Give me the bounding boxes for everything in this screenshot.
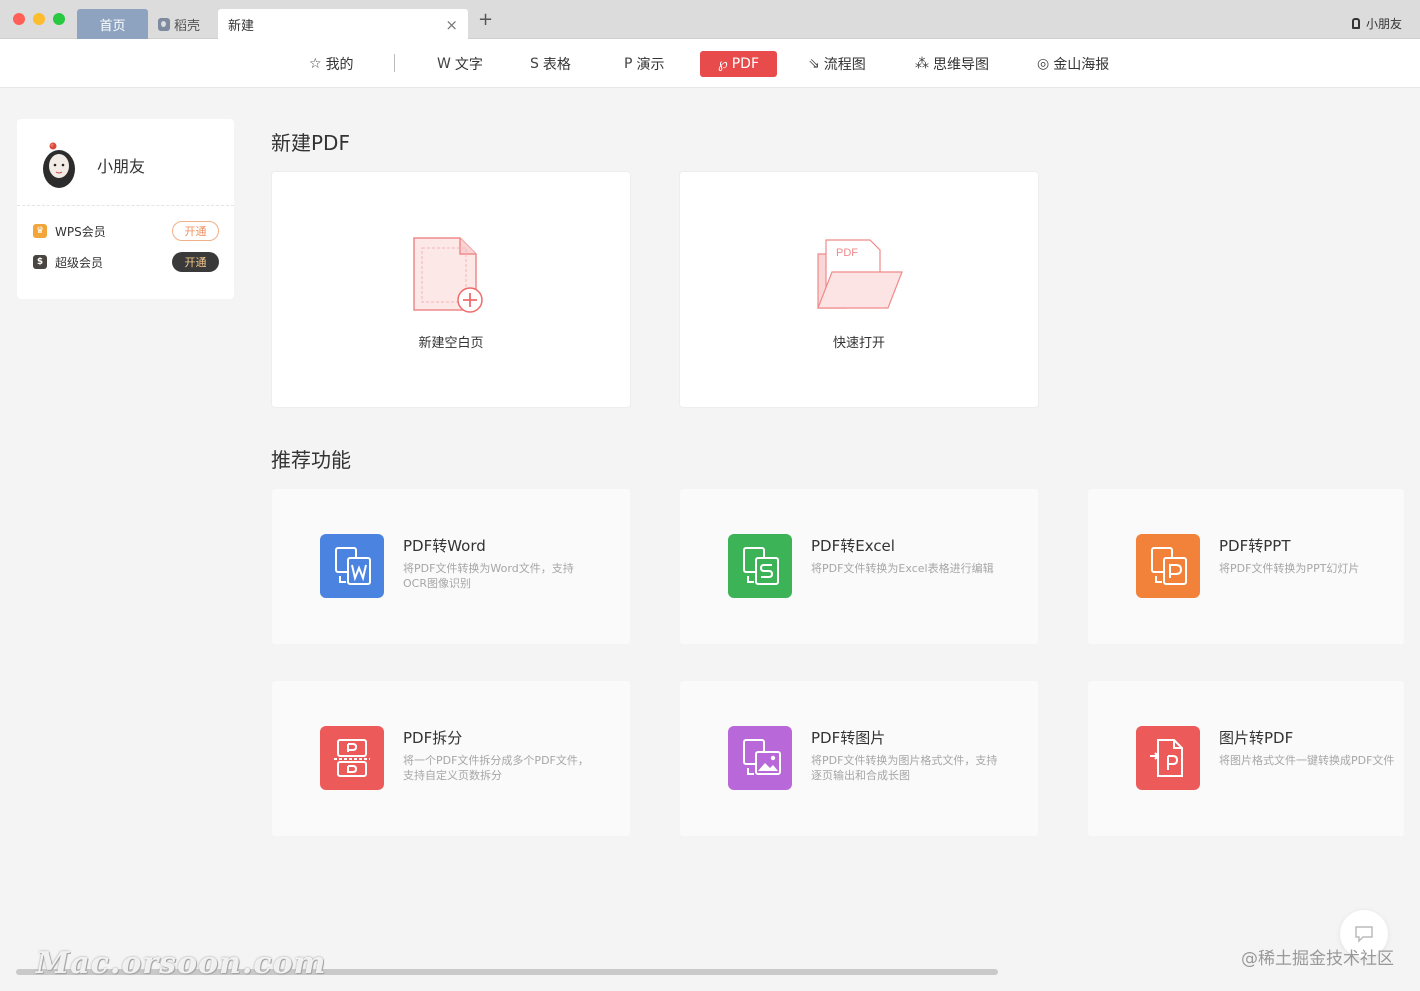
feature-pdf-to-excel[interactable]: PDF转Excel 将PDF文件转换为Excel表格进行编辑 <box>680 489 1038 644</box>
super-member-label: 超级会员 <box>55 255 104 270</box>
mindmap-icon: ⁂ <box>915 56 929 72</box>
account-name: 小朋友 <box>1365 17 1402 31</box>
feature-title: PDF转PPT <box>1219 537 1291 555</box>
add-tab-button[interactable]: + <box>478 11 493 29</box>
new-pdf-title: 新建PDF <box>271 131 350 155</box>
new-blank-page-label: 新建空白页 <box>418 336 484 351</box>
tab-home[interactable]: 首页 <box>77 9 148 39</box>
pdf-to-excel-icon <box>728 534 792 598</box>
tab-new[interactable]: 新建 × <box>218 9 468 39</box>
p-icon: P <box>624 56 633 72</box>
tab-new-label: 新建 <box>228 18 255 34</box>
quick-open-card[interactable]: PDF 快速打开 <box>680 172 1038 407</box>
tab-writer-label: 文字 <box>454 57 483 73</box>
tab-poster[interactable]: ◎ 金山海报 <box>1037 51 1109 77</box>
feature-desc: 将PDF文件转换为图片格式文件，支持逐页输出和合成长图 <box>811 754 998 782</box>
tab-presentation[interactable]: P 演示 <box>624 51 664 77</box>
tab-mindmap-label: 思维导图 <box>933 57 989 73</box>
feature-pdf-to-image[interactable]: PDF转图片 将PDF文件转换为图片格式文件，支持逐页输出和合成长图 <box>680 681 1038 836</box>
chat-icon <box>1355 926 1373 943</box>
feature-image-to-pdf[interactable]: 图片转PDF 将图片格式文件一键转换成PDF文件 <box>1088 681 1404 836</box>
account-button[interactable]: 小朋友 <box>1351 15 1402 32</box>
tab-pdf[interactable]: ℘ PDF <box>700 51 777 77</box>
feature-desc: 将PDF文件转换为Word文件，支持OCR图像识别 <box>403 562 574 590</box>
wps-member-row: ♛ WPS会员 开通 <box>33 220 219 242</box>
user-card: 小朋友 ♛ WPS会员 开通 $ 超级会员 开通 <box>17 119 234 299</box>
card-divider <box>17 205 234 206</box>
pdf-icon: ℘ <box>717 56 728 72</box>
feature-desc: 将图片格式文件一键转换成PDF文件 <box>1219 754 1395 767</box>
feature-desc: 将PDF文件转换为PPT幻灯片 <box>1219 562 1360 575</box>
feature-title: 图片转PDF <box>1219 729 1294 747</box>
zoom-window-button[interactable] <box>53 13 65 25</box>
pdf-to-ppt-icon <box>1136 534 1200 598</box>
open-folder-icon: PDF <box>817 239 903 309</box>
tab-writer[interactable]: W 文字 <box>437 51 483 77</box>
quick-open-label: 快速打开 <box>832 336 885 351</box>
super-member-open-button[interactable]: 开通 <box>172 252 219 272</box>
tab-daoke-label: 稻壳 <box>174 18 201 34</box>
user-name: 小朋友 <box>97 157 146 176</box>
wps-member-icon: ♛ <box>33 224 47 238</box>
tab-mine-label: 我的 <box>325 57 354 73</box>
tab-mindmap[interactable]: ⁂ 思维导图 <box>915 51 989 77</box>
star-icon: ☆ <box>309 56 322 72</box>
feature-pdf-to-word[interactable]: PDF转Word 将PDF文件转换为Word文件，支持OCR图像识别 <box>272 489 630 644</box>
recommend-title: 推荐功能 <box>271 448 351 472</box>
title-bar: 首页 稻壳 新建 × + 小朋友 <box>0 0 1420 39</box>
wps-member-open-button[interactable]: 开通 <box>172 221 219 241</box>
new-blank-page-card[interactable]: 新建空白页 <box>272 172 630 407</box>
feature-title: PDF转Excel <box>811 537 895 555</box>
watermark-right: @稀土掘金技术社区 <box>1241 949 1394 969</box>
super-member-icon: $ <box>33 255 47 269</box>
watermark-left: Mac.orsoon.com <box>36 946 327 981</box>
app-toolbar: ☆ 我的 W 文字 S 表格 P 演示 ℘ PDF ⇘ 流程图 ⁂ 思维导图 ◎… <box>0 39 1420 88</box>
flowchart-icon: ⇘ <box>808 56 820 72</box>
tab-presentation-label: 演示 <box>636 57 665 73</box>
tab-flowchart-label: 流程图 <box>823 57 866 73</box>
pdf-to-image-icon <box>728 726 792 790</box>
feature-title: PDF拆分 <box>403 729 463 747</box>
feature-title: PDF转图片 <box>811 729 886 747</box>
minimize-window-button[interactable] <box>33 13 45 25</box>
pdf-to-word-icon <box>320 534 384 598</box>
tab-spreadsheet-label: 表格 <box>542 57 571 73</box>
close-window-button[interactable] <box>13 13 25 25</box>
pdf-split-icon <box>320 726 384 790</box>
daoke-icon <box>158 17 170 31</box>
feature-pdf-split[interactable]: PDF拆分 将一个PDF文件拆分成多个PDF文件，支持自定义页数拆分 <box>272 681 630 836</box>
tab-mine[interactable]: ☆ 我的 <box>309 51 354 77</box>
tab-spreadsheet[interactable]: S 表格 <box>530 51 571 77</box>
poster-icon: ◎ <box>1037 56 1050 72</box>
toolbar-divider <box>394 54 395 72</box>
w-icon: W <box>437 56 451 72</box>
super-member-row: $ 超级会员 开通 <box>33 251 219 273</box>
new-blank-page-icon <box>413 237 483 313</box>
feature-desc: 将一个PDF文件拆分成多个PDF文件，支持自定义页数拆分 <box>403 754 589 782</box>
s-icon: S <box>530 56 539 72</box>
tab-flowchart[interactable]: ⇘ 流程图 <box>808 51 866 77</box>
tab-poster-label: 金山海报 <box>1053 57 1110 73</box>
tab-pdf-label: PDF <box>731 56 760 72</box>
tab-daoke[interactable]: 稻壳 <box>150 9 217 39</box>
tab-home-label: 首页 <box>99 18 126 34</box>
feature-pdf-to-ppt[interactable]: PDF转PPT 将PDF文件转换为PPT幻灯片 <box>1088 489 1404 644</box>
lock-icon <box>1351 18 1360 29</box>
avatar[interactable] <box>40 139 78 189</box>
wps-member-label: WPS会员 <box>55 224 106 239</box>
close-icon[interactable]: × <box>445 16 458 34</box>
image-to-pdf-icon <box>1136 726 1200 790</box>
feature-desc: 将PDF文件转换为Excel表格进行编辑 <box>811 562 994 575</box>
feature-title: PDF转Word <box>403 537 486 555</box>
folder-pdf-text: PDF <box>836 247 858 259</box>
